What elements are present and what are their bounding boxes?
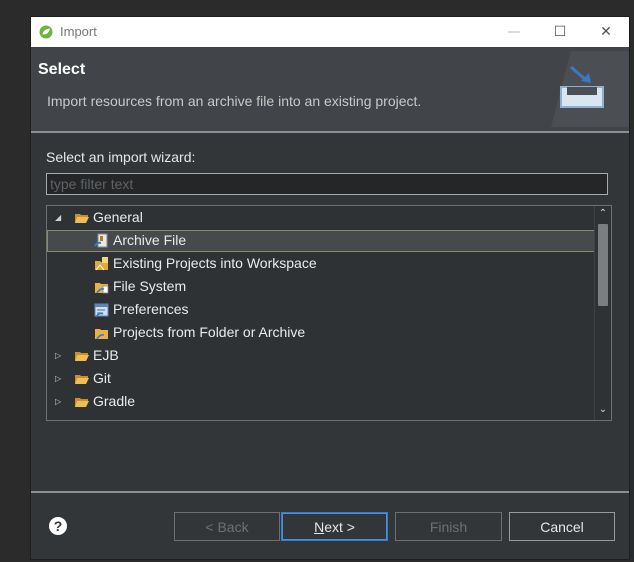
scroll-up-icon[interactable]: ⌃: [597, 208, 609, 220]
tree-item-existing-projects[interactable]: Existing Projects into Workspace: [47, 253, 595, 275]
tree-item-label: File System: [113, 278, 187, 294]
tree-item-label: Git: [93, 370, 111, 386]
wizard-content: Select an import wizard: ◢ General Archi…: [31, 133, 629, 491]
tree-item-file-system[interactable]: File System: [47, 276, 595, 298]
existing-projects-icon: [95, 257, 108, 271]
tree-scrollbar[interactable]: ⌃ ⌄: [594, 206, 611, 420]
next-label: ext >: [324, 518, 355, 535]
page-title: Select: [38, 61, 86, 78]
finish-button[interactable]: Finish: [395, 512, 502, 541]
maximize-button[interactable]: ☐: [537, 17, 583, 47]
wizard-tree[interactable]: ◢ General Archive File Existing Projects…: [46, 205, 612, 421]
folder-open-icon: [75, 398, 89, 407]
tree-item-gradle[interactable]: ▷ Gradle: [47, 391, 595, 413]
tree-item-ejb[interactable]: ▷ EJB: [47, 345, 595, 367]
next-mnemonic: N: [314, 518, 325, 535]
collapsed-arrow-icon[interactable]: ▷: [55, 351, 65, 361]
tree-item-label: EJB: [93, 347, 119, 363]
wizard-header: Select Import resources from an archive …: [31, 47, 629, 131]
help-icon[interactable]: ?: [49, 517, 67, 535]
minimize-icon: —: [507, 24, 521, 40]
archive-file-icon: [94, 233, 108, 248]
projects-folder-icon: [95, 329, 108, 340]
back-button[interactable]: < Back: [174, 512, 280, 541]
folder-open-icon: [75, 375, 89, 384]
collapsed-arrow-icon[interactable]: ▷: [55, 374, 65, 384]
title-bar[interactable]: Import — ☐ ✕: [31, 17, 629, 47]
tree-item-label: General: [93, 209, 143, 225]
folder-open-icon: [75, 214, 89, 223]
tree-item-git[interactable]: ▷ Git: [47, 368, 595, 390]
tree-item-label: Projects from Folder or Archive: [113, 324, 306, 340]
tree-item-preferences[interactable]: Preferences: [47, 299, 595, 321]
wizard-label: Select an import wizard:: [46, 149, 196, 165]
tree-item-label: Gradle: [93, 393, 136, 409]
import-dialog: Import — ☐ ✕ Select Import resources fro…: [31, 17, 629, 559]
maximize-icon: ☐: [553, 24, 567, 40]
tree-item-general[interactable]: ◢ General: [47, 207, 595, 229]
button-bar: ? < Back Next > Finish Cancel: [31, 493, 629, 559]
preferences-icon: [94, 303, 109, 318]
tree-item-label: Archive File: [113, 232, 187, 248]
expanded-arrow-icon[interactable]: ◢: [55, 213, 65, 223]
collapsed-arrow-icon[interactable]: ▷: [55, 397, 65, 407]
collapsed-arrow-icon: ▷: [55, 420, 65, 421]
cancel-button[interactable]: Cancel: [509, 512, 615, 541]
tree-item-projects-from-folder[interactable]: Projects from Folder or Archive: [47, 322, 595, 344]
scroll-down-icon[interactable]: ⌄: [597, 404, 609, 416]
tree-item-label: Preferences: [113, 301, 189, 317]
folder-open-icon: [75, 352, 89, 361]
close-button[interactable]: ✕: [583, 17, 629, 47]
import-banner-icon: [551, 51, 629, 127]
tree-item-partial: ▷: [47, 414, 595, 421]
window-title: Import: [60, 24, 97, 39]
scrollbar-thumb[interactable]: [598, 224, 608, 306]
next-button[interactable]: Next >: [281, 512, 388, 541]
spring-app-icon: [39, 25, 53, 39]
tree-item-label: Existing Projects into Workspace: [113, 255, 317, 271]
minimize-button[interactable]: —: [491, 17, 537, 47]
tree-item-archive-file[interactable]: Archive File: [47, 230, 595, 252]
filter-input[interactable]: [46, 173, 608, 195]
close-icon: ✕: [600, 24, 612, 40]
file-system-icon: [95, 283, 109, 294]
page-description: Import resources from an archive file in…: [47, 93, 422, 109]
